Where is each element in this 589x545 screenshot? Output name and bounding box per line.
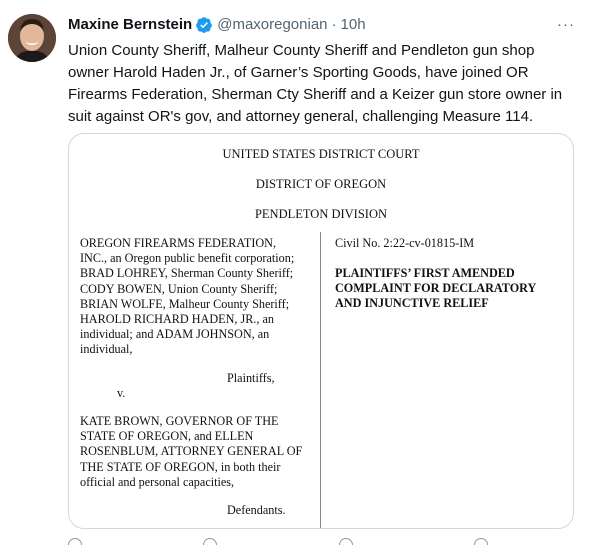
defendant-line: ROSENBLUM, ATTORNEY GENERAL OF <box>80 444 303 459</box>
tweet-action-bar <box>68 538 488 545</box>
plaintiffs-label: Plaintiffs, <box>227 371 275 385</box>
civil-case-number: Civil No. 2:22-cv-01815-IM <box>335 236 475 250</box>
author-handle[interactable]: @maxoregonian <box>217 15 327 35</box>
defendant-line: STATE OF OREGON, and ELLEN <box>80 429 254 444</box>
plaintiffs-block: OREGON FIREARMS FEDERATION, INC., an Ore… <box>80 236 310 358</box>
defendant-line: KATE BROWN, GOVERNOR OF THE <box>80 414 279 428</box>
author-display-name[interactable]: Maxine Bernstein <box>68 15 192 35</box>
tweet-text-line: Firearms Federation, Sherman Cty Sheriff… <box>68 86 563 103</box>
tweet-timestamp[interactable]: 10h <box>341 15 366 35</box>
plaintiff-line: OREGON FIREARMS FEDERATION, <box>80 236 277 250</box>
plaintiff-line: INC., an Oregon public benefit corporati… <box>80 251 295 266</box>
like-icon[interactable] <box>338 538 353 545</box>
defendants-label: Defendants. <box>227 503 286 517</box>
defendant-line: THE STATE OF OREGON, in both their <box>80 459 281 474</box>
defendants-block: KATE BROWN, GOVERNOR OF THE STATE OF ORE… <box>80 414 320 490</box>
complaint-title: PLAINTIFFS’ FIRST AMENDED COMPLAINT FOR … <box>335 266 536 312</box>
plaintiff-line: BRAD LOHREY, Sherman County Sheriff; <box>80 266 294 281</box>
verified-badge-icon <box>196 17 213 33</box>
share-icon[interactable] <box>473 538 488 545</box>
versus-label: v. <box>117 386 126 400</box>
tweet-text: Union County Sheriff, Malheur County She… <box>68 40 568 128</box>
court-name: UNITED STATES DISTRICT COURT <box>222 147 420 161</box>
tweet-media-image[interactable]: UNITED STATES DISTRICT COURT DISTRICT OF… <box>68 133 574 529</box>
complaint-title-line: PLAINTIFFS’ FIRST AMENDED <box>335 266 515 280</box>
plaintiff-line: HAROLD RICHARD HADEN, JR., an <box>80 312 274 327</box>
tweet-text-line: suit against OR's gov, and attorney gene… <box>68 108 534 125</box>
plaintiff-line: individual; and ADAM JOHNSON, an <box>80 327 270 342</box>
separator-dot: · <box>331 16 337 33</box>
more-options-icon[interactable]: ··· <box>555 15 577 35</box>
plaintiff-line: BRIAN WOLFE, Malheur County Sheriff; <box>80 296 290 311</box>
tweet-text-line: Union County Sheriff, Malheur County She… <box>68 42 535 59</box>
plaintiff-line: CODY BOWEN, Union County Sheriff; <box>80 281 278 296</box>
plaintiff-line: individual, <box>80 342 133 357</box>
complaint-title-line: AND INJUNCTIVE RELIEF <box>335 296 489 311</box>
author-photo <box>8 14 56 62</box>
reply-icon[interactable] <box>68 538 82 545</box>
district-name: DISTRICT OF OREGON <box>255 177 387 191</box>
tweet-header: Maxine Bernstein @maxoregonian · 10h ··· <box>68 14 577 36</box>
division-name: PENDLETON DIVISION <box>254 207 388 221</box>
defendant-line: official and personal capacities, <box>80 474 235 489</box>
complaint-title-line: COMPLAINT FOR DECLARATORY <box>335 281 537 296</box>
caption-divider <box>320 232 321 528</box>
author-avatar[interactable] <box>8 14 56 62</box>
tweet-text-line: owner Harold Haden Jr., of Garner’s Spor… <box>68 64 529 81</box>
retweet-icon[interactable] <box>203 538 218 545</box>
